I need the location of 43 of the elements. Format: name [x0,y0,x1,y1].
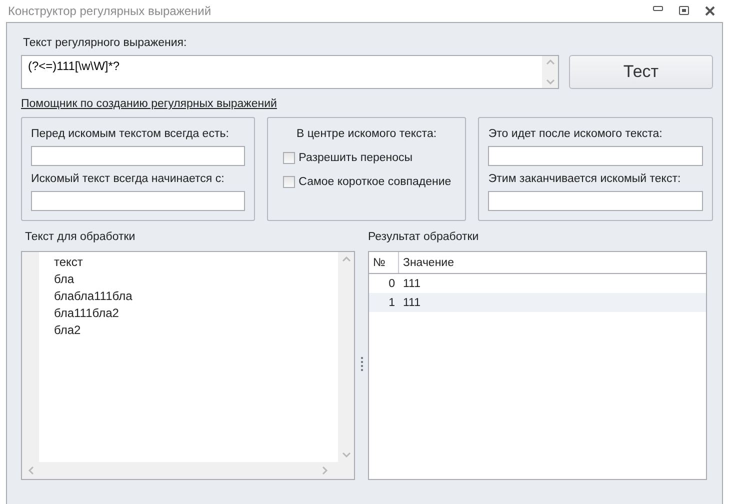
text-line: бла2 [54,323,82,337]
checkbox[interactable] [282,176,295,188]
column-header[interactable]: № [369,252,399,273]
text-line: блабла111бла [54,289,134,303]
input-field[interactable] [31,191,245,211]
window-title: Конструктор регулярных выражений [8,4,212,18]
input-text-label: Текст для обработки [25,231,136,243]
table-cell-text: 111 [402,278,420,290]
regex-label: Текст регулярного выражения: [23,37,188,49]
text-line: текст [54,255,84,269]
close-icon[interactable] [705,6,715,16]
checkbox[interactable] [282,152,295,164]
scroll-up-icon[interactable] [342,256,350,262]
scroll-down-icon[interactable] [342,452,350,458]
scroll-up-icon[interactable] [546,59,554,65]
test-button[interactable]: Тест [569,55,713,89]
input-field[interactable] [488,146,703,166]
field-label: Этим заканчивается искомый текст: [488,173,682,185]
checkbox-label: Разрешить переносы [298,152,413,164]
maximize-icon[interactable] [679,6,689,15]
field-label: Перед искомым текстом всегда есть: [31,128,230,140]
text-line: бла111бла2 [54,306,120,320]
field-label: Искомый текст всегда начинается с: [31,173,226,185]
text-editor[interactable]: текст бла блабла111бла бла111бла2 бла2 [21,251,355,480]
helper-link[interactable]: Помощник по созданию регулярных выражений [21,98,277,110]
minimize-icon[interactable] [653,6,663,12]
table-row[interactable]: 0 111 [369,274,706,293]
text-line: бла [54,272,76,286]
group-title: В центре искомого текста: [296,128,437,140]
table-cell-text: 1 [388,296,396,308]
result-label: Результат обработки [368,231,480,243]
column-header[interactable]: Значение [399,252,454,273]
input-field[interactable] [31,146,245,166]
scroll-down-icon[interactable] [546,79,554,85]
checkbox-label: Самое короткое совпадение [298,176,452,188]
scroll-right-icon[interactable] [322,466,328,475]
table-cell-text: 111 [402,296,420,308]
scroll-left-icon[interactable] [28,466,34,475]
table-cell-text: 0 [388,278,396,290]
field-label: Это идет после искомого текста: [488,128,664,140]
input-field[interactable] [488,191,703,211]
table-row[interactable]: 1 111 [369,293,706,312]
regex-field[interactable]: (?<=)111[\w\W]*? [21,55,559,89]
